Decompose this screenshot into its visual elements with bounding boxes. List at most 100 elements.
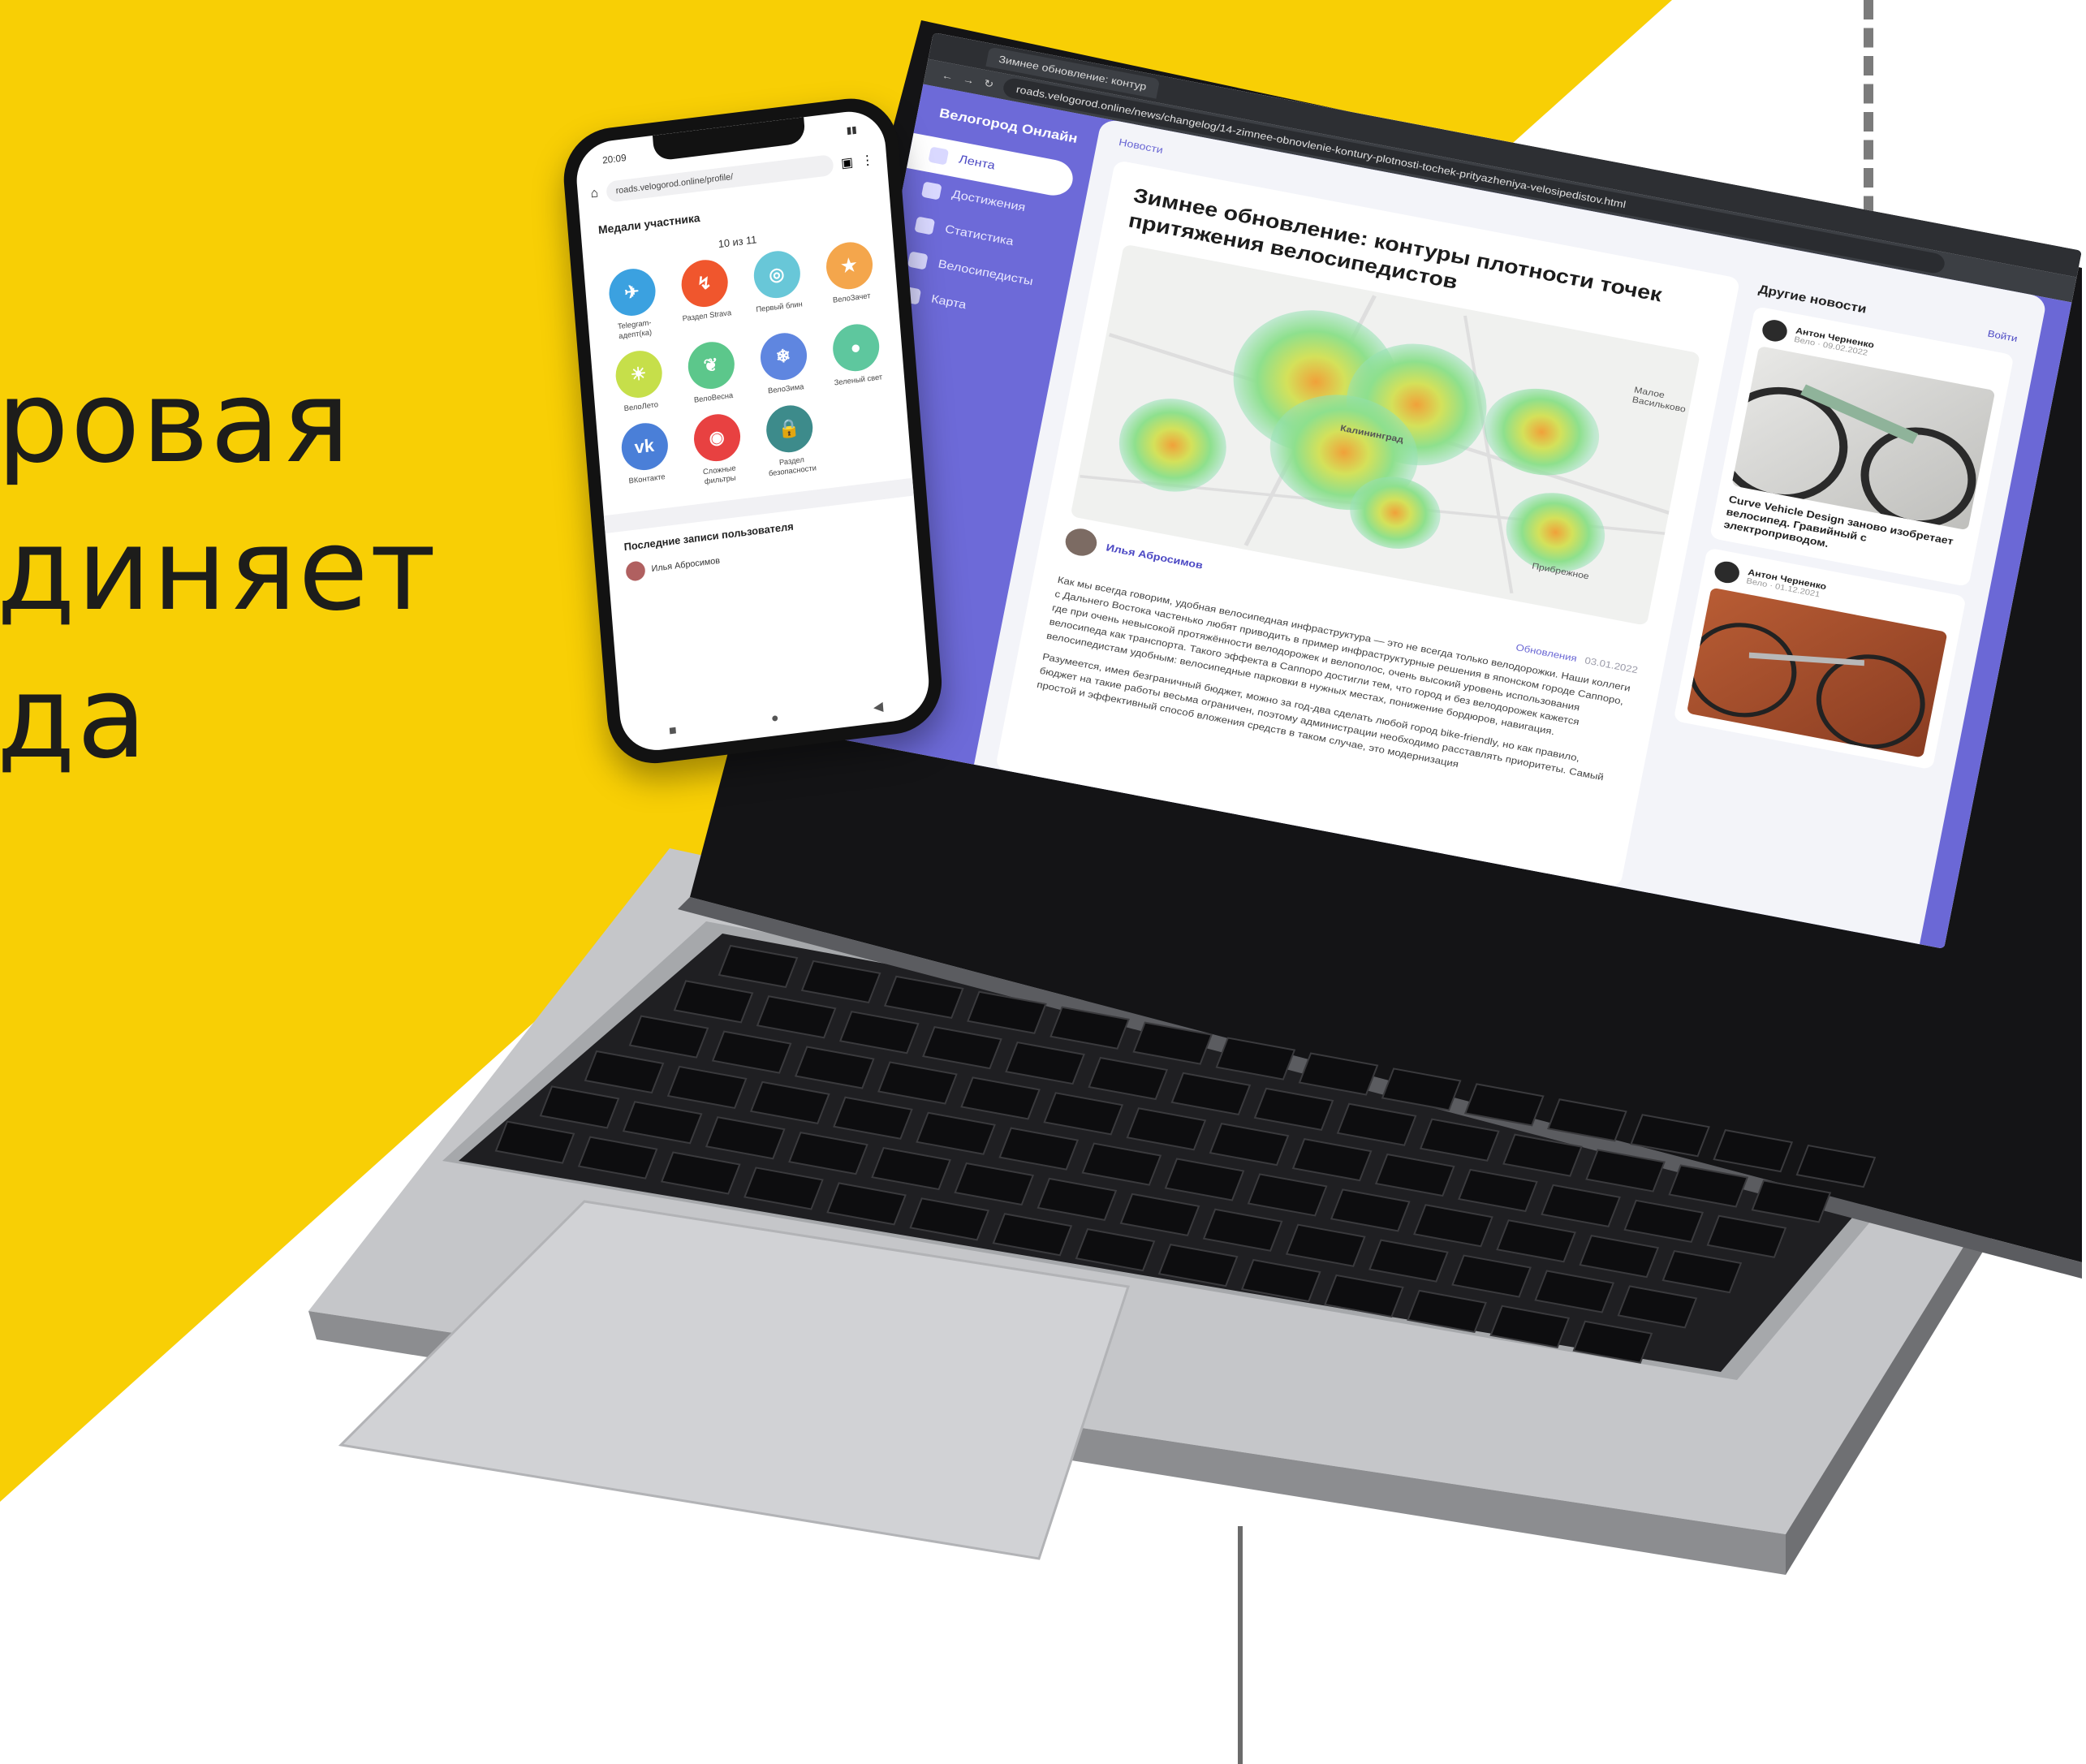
keyboard-key [1247,1173,1328,1217]
medal-label: ВелоЛето [623,400,659,414]
avatar [1062,526,1100,559]
medal-item[interactable]: ● Зеленый свет [821,321,891,390]
home-icon[interactable]: ⌂ [590,186,599,201]
medal-item[interactable]: ◎ Первый блин [742,248,813,326]
medal-item[interactable]: ❄ ВелоЗима [748,330,819,399]
keyboard-key [800,960,881,1004]
back-icon[interactable]: ← [941,69,955,82]
keyboard-key [1119,1193,1200,1236]
keyboard-key [1075,1228,1156,1272]
keyboard-key [794,1046,875,1089]
keyboard-key [1043,1092,1124,1136]
keyboard-key [826,1182,907,1226]
stats-icon [914,216,936,235]
recent-post-author: Илья Абросимов [651,555,721,575]
keyboard-key [539,1085,620,1129]
keyboard-key [584,1050,665,1094]
keyboard-key [1541,1184,1621,1228]
keyboard-key [1713,1129,1794,1173]
keyboard-key [916,1111,996,1155]
snow-icon: ❄ [758,330,808,383]
keyboard-key [628,1015,709,1059]
reload-icon[interactable]: ↻ [983,77,994,91]
traffic-light-icon: ● [830,321,881,374]
medal-item[interactable]: ✈ Telegram-адепт(ка) [597,265,669,343]
keyboard-key [1579,1235,1660,1279]
keyboard-key [1585,1149,1666,1193]
map-label: Малое Васильково [1631,384,1687,415]
medal-label: Telegram-адепт(ка) [617,318,653,342]
phone-screen: 20:09 ▮▮ ⌂ roads.velogorod.online/profil… [573,107,932,755]
medal-label: ВКонтакте [628,472,666,486]
keyboard-key [1706,1214,1787,1258]
keyboard-key [1534,1270,1615,1313]
medal-label: ВелоЗачет [832,291,871,305]
keyboard-key [1209,1123,1290,1167]
keyboard-key [1489,1305,1571,1348]
keyboard-key [494,1120,575,1164]
avatar [625,560,646,582]
medal-label: ВелоЗима [767,382,804,396]
medal-item[interactable]: ◉ Сложные фильтры [682,411,753,490]
lock-icon: 🔒 [764,403,814,455]
feed-icon [928,146,950,166]
keyboard-key [1215,1037,1296,1080]
avatar [1713,559,1742,585]
nav-label: Достижения [950,188,1027,214]
keyboard-key [1630,1114,1710,1158]
pancake-icon: ◎ [752,248,802,301]
keyboard-key [1005,1041,1085,1085]
tabs-icon[interactable]: ▣ [840,154,854,172]
keyboard-key [1126,1107,1207,1151]
keyboard-key [1413,1204,1493,1248]
recents-icon[interactable]: ■ [668,723,677,740]
keyboard-key [673,980,754,1024]
keyboard-key [967,990,1047,1034]
medal-icon [920,181,942,201]
menu-icon[interactable]: ⋮ [860,152,874,170]
keyboard-key [1668,1164,1749,1208]
news-card[interactable]: Антон Черненко Вело · 01.12.2021 [1673,547,1967,770]
keyboard-key [666,1065,748,1110]
login-link[interactable]: Войти [1987,328,2019,344]
keyboard-key [992,1213,1073,1257]
keyboard-key [1285,1223,1366,1267]
medal-item[interactable]: ☀ ВелоЛето [604,347,675,416]
nav-label: Велосипедисты [937,258,1035,288]
keyboard-key [756,995,837,1039]
keyboard-key [877,1061,958,1105]
keyboard-key [743,1167,824,1210]
keyboard-key [998,1127,1080,1171]
keyboard-key [1572,1320,1653,1364]
medal-label: Раздел Strava [682,308,732,324]
keyboard-key [1502,1133,1583,1177]
keyboard-key [909,1197,990,1241]
forward-icon[interactable]: → [962,73,976,86]
keyboard-key [833,1096,913,1140]
keyboard-key [705,1116,786,1160]
medal-item[interactable]: ★ ВелоЗачет [814,239,886,317]
medal-item[interactable]: 🔒 Раздел безопасности [754,402,825,481]
trophy-icon: ★ [824,239,874,292]
phone: 20:09 ▮▮ ⌂ roads.velogorod.online/profil… [560,93,946,770]
medal-item[interactable]: vk ВКонтакте [610,420,681,498]
news-card[interactable]: Антон Черненко Вело · 09.02.2022 Curve Ve… [1709,305,2015,588]
keyboard-key [1496,1219,1576,1263]
keyboard-key [1336,1102,1417,1146]
medal-label: ВелоВесна [693,390,734,405]
medals-grid: ✈ Telegram-адепт(ка) ↯ Раздел Strava ◎ Первый… [584,237,912,500]
nav-label: Карта [929,293,968,312]
medal-item[interactable]: ↯ Раздел Strava [670,257,741,335]
keyboard-key [1463,1083,1545,1127]
medal-item[interactable]: ❦ ВелоВесна [676,338,747,407]
keyboard-key [1164,1158,1245,1201]
keyboard-key [1795,1144,1877,1188]
keyboard-key [1088,1056,1169,1101]
medal-label: Раздел безопасности [768,455,817,479]
keyboard-key [1547,1098,1627,1142]
medal-label: Зеленый свет [834,373,883,388]
filter-icon: ◉ [692,412,742,464]
keyboard-key [1407,1289,1487,1334]
home-button-icon[interactable]: ● [770,711,779,728]
back-button-icon[interactable]: ◀ [873,698,884,715]
